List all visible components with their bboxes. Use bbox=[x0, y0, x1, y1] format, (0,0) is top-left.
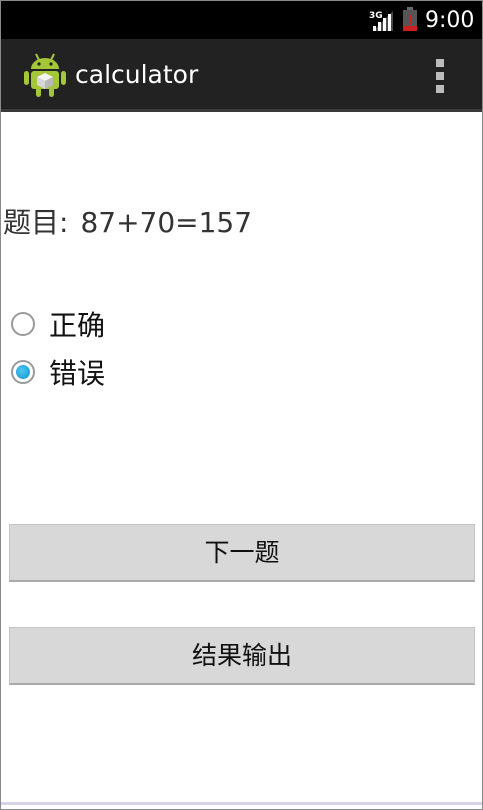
radio-label-correct: 正确 bbox=[49, 309, 106, 342]
overflow-menu-icon[interactable] bbox=[429, 59, 451, 93]
question-text: 题目: 87+70=157 bbox=[3, 203, 252, 243]
battery-icon bbox=[403, 7, 417, 31]
radio-label-wrong: 错误 bbox=[49, 357, 106, 390]
app-title: calculator bbox=[75, 60, 199, 89]
output-result-button[interactable]: 结果输出 bbox=[9, 627, 475, 685]
bottom-divider bbox=[1, 802, 482, 805]
radio-checked-icon[interactable] bbox=[11, 360, 35, 384]
radio-option-wrong[interactable]: 错误 bbox=[11, 352, 105, 392]
radio-unchecked-icon[interactable] bbox=[11, 312, 35, 336]
signal-3g-icon: 3G bbox=[369, 11, 393, 31]
action-bar: calculator bbox=[1, 39, 482, 112]
app-window: 3G 9:00 calculator 题目: 87+70=157 正确 错误 下… bbox=[0, 0, 483, 810]
network-type: 3G bbox=[369, 11, 383, 21]
radio-option-correct[interactable]: 正确 bbox=[11, 304, 105, 344]
android-robot-icon bbox=[24, 53, 66, 97]
next-question-button[interactable]: 下一题 bbox=[9, 524, 475, 582]
status-clock: 9:00 bbox=[425, 8, 475, 33]
status-bar: 3G 9:00 bbox=[1, 1, 482, 39]
question-expression: 87+70=157 bbox=[80, 206, 253, 239]
question-label: 题目: bbox=[3, 206, 69, 239]
